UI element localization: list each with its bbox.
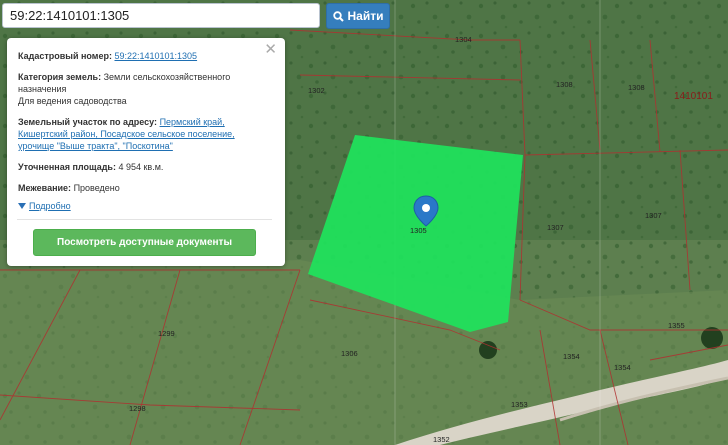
details-toggle[interactable]: Подробно — [18, 200, 273, 212]
parcel-label: 1354 — [614, 363, 631, 372]
area-value: 4 954 кв.м. — [118, 162, 164, 172]
survey-row: Межевание: Проведено — [18, 182, 273, 194]
triangle-down-icon — [18, 203, 26, 209]
parcel-label: 1307 — [645, 211, 662, 220]
cadastral-number-row: Кадастровый номер: 59:22:1410101:1305 — [18, 50, 273, 62]
close-icon[interactable]: ✕ — [264, 42, 277, 57]
land-category-row: Категория земель: Земли сельскохозяйстве… — [18, 71, 273, 107]
parcel-label: 1308 — [556, 80, 573, 89]
popup-divider — [17, 219, 272, 220]
parcel-label: 1307 — [547, 223, 564, 232]
area-label: Уточненная площадь: — [18, 162, 116, 172]
address-label: Земельный участок по адресу: — [18, 117, 158, 127]
parcel-label: 1306 — [341, 349, 358, 358]
search-button[interactable]: Найти — [326, 3, 390, 29]
search-button-label: Найти — [347, 9, 384, 23]
parcel-label: 1355 — [668, 321, 685, 330]
search-input[interactable] — [2, 3, 320, 28]
view-documents-button[interactable]: Посмотреть доступные документы — [33, 229, 256, 256]
area-row: Уточненная площадь: 4 954 кв.м. — [18, 161, 273, 173]
parcel-label: 1302 — [308, 86, 325, 95]
cadastral-label: Кадастровый номер: — [18, 51, 112, 61]
survey-value: Проведено — [73, 183, 120, 193]
cadastral-number-link[interactable]: 59:22:1410101:1305 — [114, 51, 197, 61]
parcel-label: 1352 — [433, 435, 450, 444]
parcel-label: 1354 — [563, 352, 580, 361]
category-label: Категория земель: — [18, 72, 102, 82]
parcel-label: 1305 — [410, 226, 427, 235]
tree-cluster — [479, 341, 497, 359]
parcel-label: 1299 — [158, 329, 175, 338]
parcel-label: 1298 — [129, 404, 146, 413]
parcel-label: 1304 — [455, 35, 472, 44]
usage-value: Для ведения садоводства — [18, 96, 127, 106]
survey-label: Межевание: — [18, 183, 72, 193]
address-row: Земельный участок по адресу: Пермский кр… — [18, 116, 273, 152]
search-icon — [332, 10, 344, 22]
parcel-info-popup: ✕ Кадастровый номер: 59:22:1410101:1305 … — [7, 38, 285, 266]
parcel-label: 1308 — [628, 83, 645, 92]
parcel-label: 1353 — [511, 400, 528, 409]
quarter-label: 1410101 — [674, 91, 713, 102]
details-link[interactable]: Подробно — [29, 200, 71, 212]
